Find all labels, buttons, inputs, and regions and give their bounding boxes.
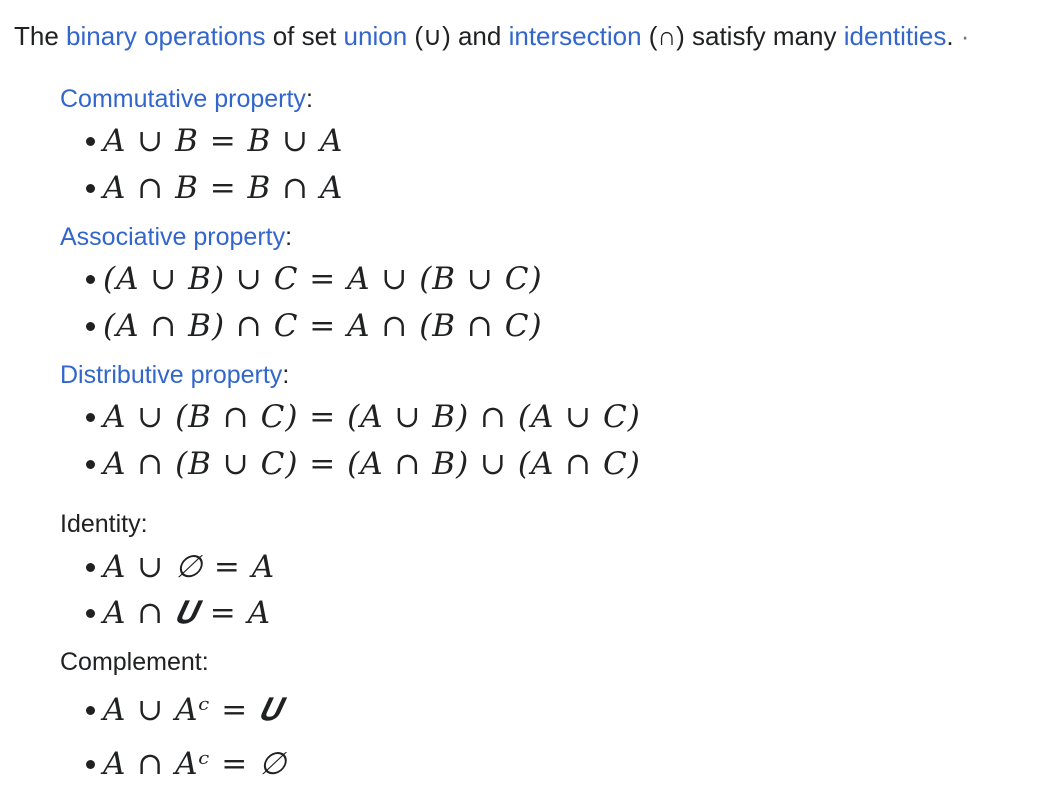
identity-heading: Identity: <box>60 510 148 538</box>
formula: (A ∩ B) ∩ C = A ∩ (B ∩ C) <box>103 308 543 344</box>
formula: A ∩ (B ∪ C) = (A ∩ B) ∪ (A ∩ C) <box>103 446 641 482</box>
formula: A ∪ Aᶜ = 𝑼 <box>103 691 283 728</box>
heading-colon: : <box>285 223 293 251</box>
intro-text-4: (∩) satisfy many <box>641 21 844 51</box>
list-item: A ∩ B = B ∩ A <box>86 166 343 210</box>
bullet-icon <box>86 412 95 422</box>
bullet-icon <box>86 321 95 331</box>
union-link[interactable]: union <box>344 21 408 51</box>
bullet-icon <box>86 274 95 284</box>
distributive-property-link[interactable]: Distributive property <box>60 361 282 389</box>
heading-colon: : <box>282 361 290 389</box>
bullet-icon <box>86 136 95 146</box>
list-item: A ∩ 𝑼 = A <box>86 591 271 635</box>
list-item: A ∪ ∅ = A <box>86 545 275 589</box>
associative-property-link[interactable]: Associative property <box>60 223 285 251</box>
formula: (A ∪ B) ∪ C = A ∪ (B ∪ C) <box>103 261 543 297</box>
list-item: A ∩ Aᶜ = ∅ <box>86 742 287 786</box>
formula: A ∩ Aᶜ = ∅ <box>103 746 288 782</box>
intro-paragraph: The binary operations of set union (∪) a… <box>14 18 969 54</box>
bullet-icon <box>86 705 95 715</box>
formula: A ∪ B = B ∪ A <box>103 123 344 159</box>
intro-text-1: The <box>14 21 67 51</box>
list-item: A ∪ Aᶜ = 𝑼 <box>86 688 283 732</box>
list-item: (A ∩ B) ∩ C = A ∩ (B ∩ C) <box>86 304 543 348</box>
list-item: A ∪ (B ∩ C) = (A ∪ B) ∩ (A ∪ C) <box>86 395 641 439</box>
truncated-edge-mark: · <box>953 21 970 51</box>
bullet-icon <box>86 459 95 469</box>
identities-link[interactable]: identities <box>844 21 947 51</box>
commutative-heading: Commutative property: <box>60 83 313 115</box>
heading-colon: : <box>305 85 313 113</box>
binary-operations-link[interactable]: binary operations <box>66 21 265 51</box>
list-item: A ∩ (B ∪ C) = (A ∩ B) ∪ (A ∩ C) <box>86 442 641 486</box>
formula: A ∪ ∅ = A <box>103 549 276 585</box>
complement-heading: Complement: <box>60 648 209 676</box>
formula: A ∪ (B ∩ C) = (A ∪ B) ∩ (A ∪ C) <box>103 399 641 435</box>
bullet-icon <box>86 759 95 769</box>
intersection-link[interactable]: intersection <box>509 21 642 51</box>
list-item: A ∪ B = B ∪ A <box>86 119 343 163</box>
distributive-heading: Distributive property: <box>60 359 289 391</box>
list-item: (A ∪ B) ∪ C = A ∪ (B ∪ C) <box>86 257 543 301</box>
intro-text-3: (∪) and <box>407 21 509 51</box>
bullet-icon <box>86 562 95 572</box>
formula: A ∩ 𝑼 = A <box>103 594 272 631</box>
bullet-icon <box>86 608 95 618</box>
bullet-icon <box>86 183 95 193</box>
intro-text-5: . <box>946 21 954 51</box>
formula: A ∩ B = B ∩ A <box>103 170 344 206</box>
intro-text-2: of set <box>265 21 344 51</box>
associative-heading: Associative property: <box>60 221 292 253</box>
commutative-property-link[interactable]: Commutative property <box>60 85 306 113</box>
